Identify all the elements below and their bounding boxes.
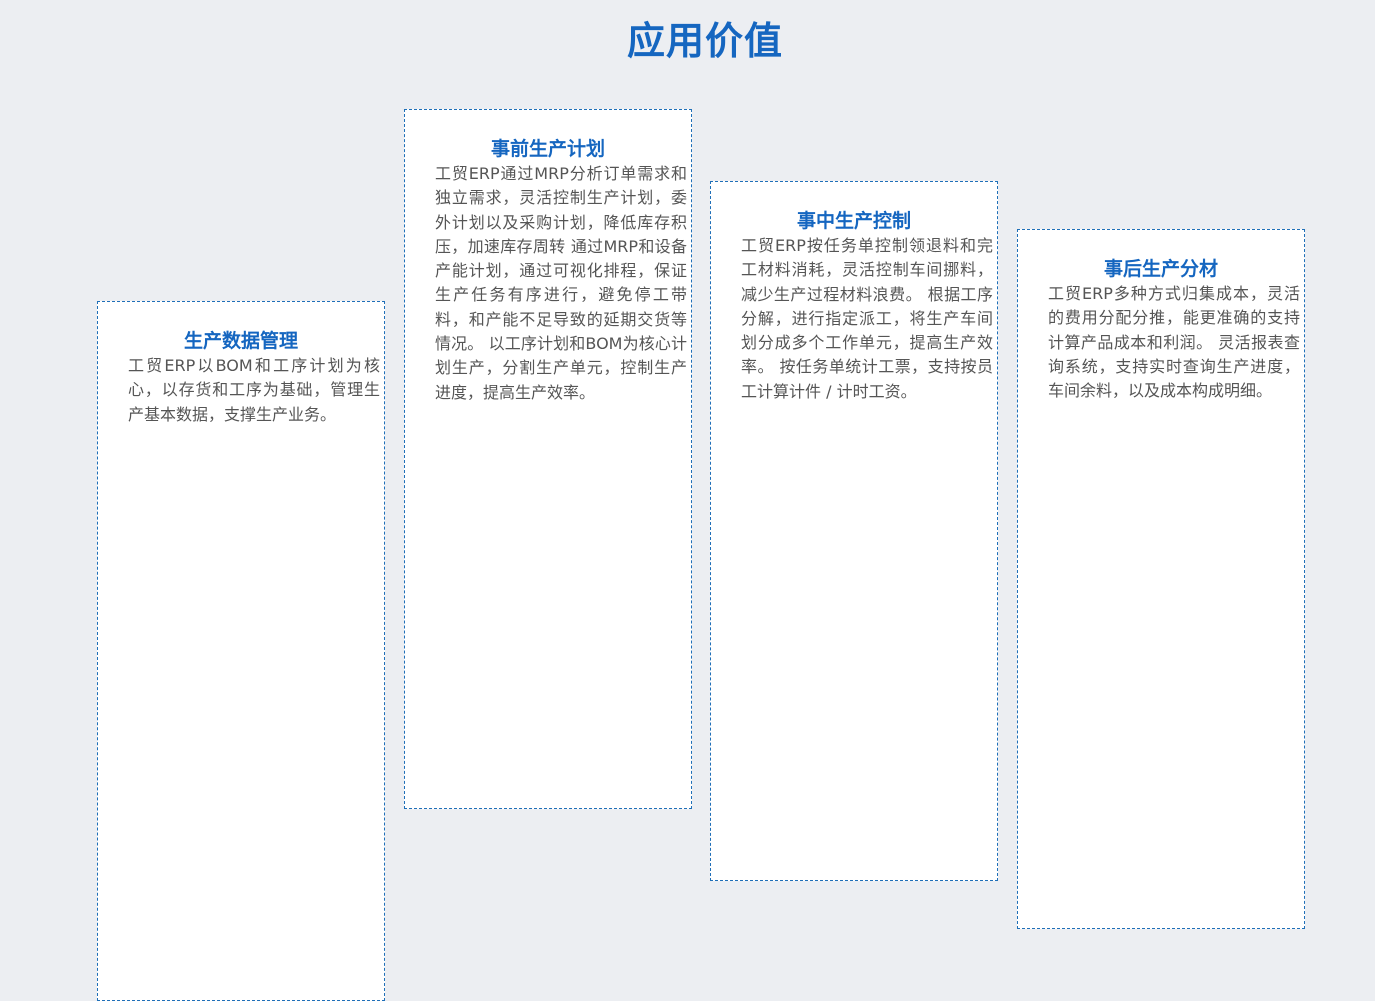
value-card-data-management: 生产数据管理 工贸ERP以BOM和工序计划为核心，以存货和工序为基础，管理生产基… [97, 301, 385, 1001]
card-title: 事后生产分材 [1103, 258, 1218, 280]
card-title: 事中生产控制 [796, 210, 911, 232]
card-description: 工贸ERP通过MRP分析订单需求和独立需求，灵活控制生产计划，委外计划以及采购计… [435, 164, 687, 402]
card-title: 生产数据管理 [183, 330, 298, 352]
page-title: 应用价值 [626, 19, 783, 63]
value-card-post-production-analysis: 事后生产分材 工贸ERP多种方式归集成本，灵活的费用分配分推，能更准确的支持计算… [1017, 229, 1305, 929]
card-description: 工贸ERP以BOM和工序计划为核心，以存货和工序为基础，管理生产基本数据，支撑生… [128, 356, 380, 424]
card-description: 工贸ERP按任务单控制领退料和完工材料消耗，灵活控制车间挪料，减少生产过程材料浪… [741, 236, 993, 401]
value-card-pre-production-planning: 事前生产计划 工贸ERP通过MRP分析订单需求和独立需求，灵活控制生产计划，委外… [404, 109, 692, 809]
card-description: 工贸ERP多种方式归集成本，灵活的费用分配分推，能更准确的支持计算产品成本和利润… [1048, 284, 1300, 401]
value-card-in-production-control: 事中生产控制 工贸ERP按任务单控制领退料和完工材料消耗，灵活控制车间挪料，减少… [710, 181, 998, 881]
card-title: 事前生产计划 [490, 138, 605, 160]
